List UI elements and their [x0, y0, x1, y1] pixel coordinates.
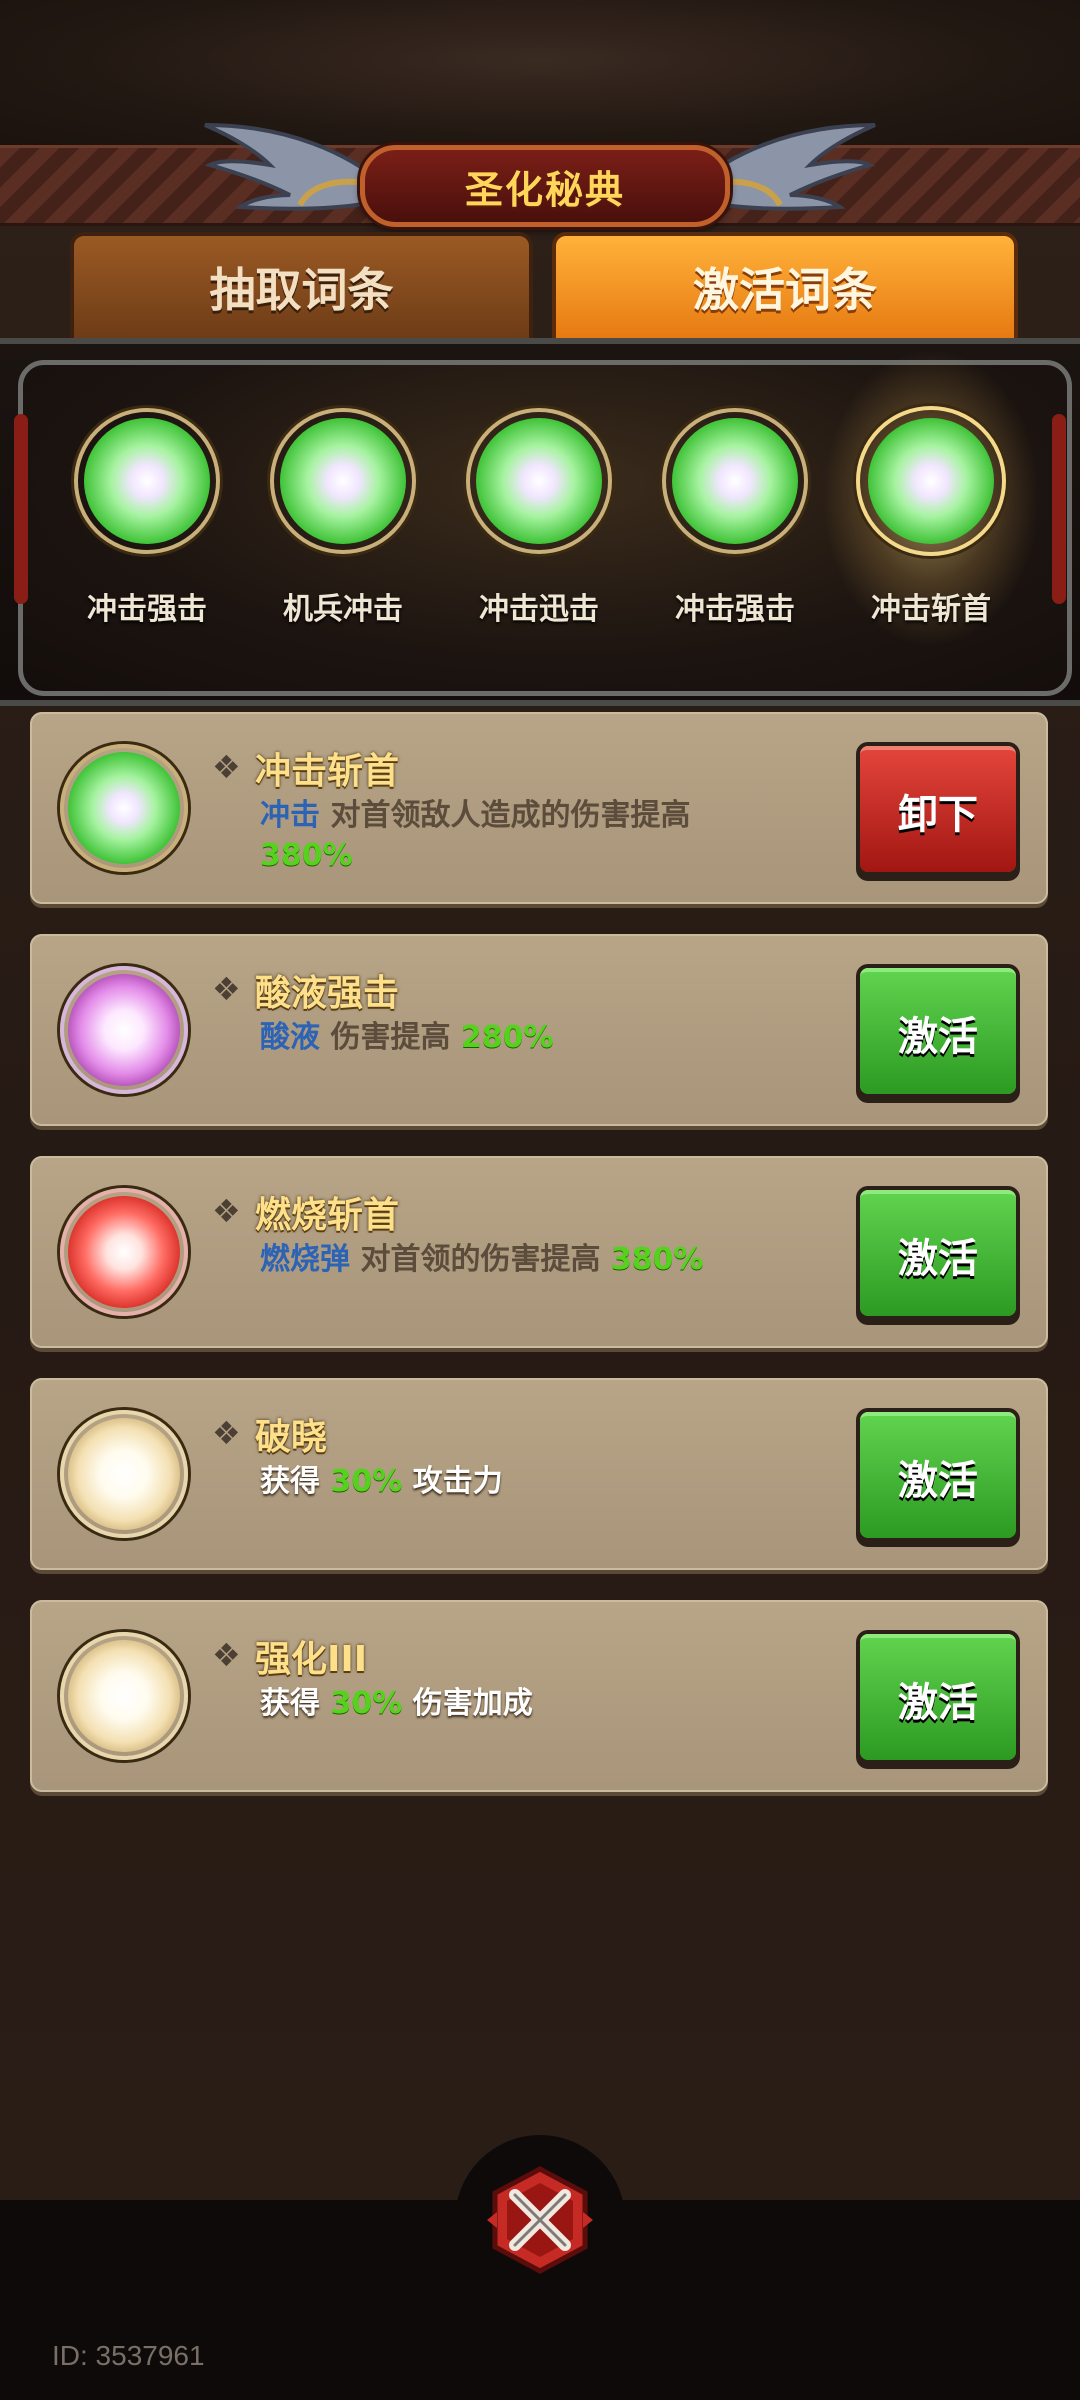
entry-value: 30%: [330, 1464, 403, 1499]
entry-title: 酸液强击: [255, 973, 400, 1014]
red-orb-icon: [60, 1188, 188, 1316]
entry-card: ❖ 冲击斩首 冲击 对首领敌人造成的伤害提高 380% 卸下: [30, 712, 1048, 904]
tab-activate-entries[interactable]: 激活词条: [552, 232, 1018, 342]
unequip-button-label: 卸下: [898, 792, 978, 838]
activate-button[interactable]: 激活: [860, 968, 1016, 1094]
green-orb-icon: [466, 408, 612, 554]
green-orb-icon: [270, 408, 416, 554]
entry-card: ❖ 酸液强击 酸液 伤害提高 280% 激活: [30, 934, 1048, 1126]
green-orb-icon: [856, 406, 1006, 556]
entry-desc-prefix: 获得: [260, 1686, 320, 1721]
entry-card: ❖ 破晓 获得 30% 攻击力 激活: [30, 1378, 1048, 1570]
activate-button-label: 激活: [898, 1236, 978, 1282]
entry-card: ❖ 燃烧斩首 燃烧弹 对首领的伤害提高 380% 激活: [30, 1156, 1048, 1348]
unequip-button[interactable]: 卸下: [860, 746, 1016, 872]
purple-orb-icon: [60, 966, 188, 1094]
gold-orb-icon: [60, 1632, 188, 1760]
close-button-backing: [455, 2135, 625, 2305]
user-id-label: ID: 3537961: [52, 2340, 205, 2371]
entry-value: 380%: [260, 838, 353, 873]
left-frame-bar: [14, 414, 28, 604]
entry-description: 冲击 对首领敌人造成的伤害提高 380%: [260, 796, 710, 876]
equipped-slot-name: 冲击迅击: [479, 592, 599, 627]
equipped-slot-3[interactable]: 冲击迅击: [454, 408, 624, 638]
entry-keyword: 酸液: [260, 1020, 320, 1055]
entry-card: ❖ 强化III 获得 30% 伤害加成 激活: [30, 1600, 1048, 1792]
green-orb-icon: [60, 744, 188, 872]
diamond-bullet-icon: ❖: [212, 970, 241, 1008]
entry-desc-text: 对首领的伤害提高: [360, 1242, 601, 1277]
entry-title: 冲击斩首: [255, 751, 400, 792]
right-frame-bar: [1052, 414, 1066, 604]
equipped-slot-name: 冲击强击: [87, 592, 207, 627]
page-title-plate: 圣化秘典: [360, 145, 730, 227]
equipped-slot-4[interactable]: 冲击强击: [650, 408, 820, 638]
entry-desc-text: 伤害提高: [330, 1020, 451, 1055]
entry-description: 获得 30% 攻击力: [260, 1462, 710, 1502]
activate-button[interactable]: 激活: [860, 1412, 1016, 1538]
entry-desc-text: 对首领敌人造成的伤害提高: [330, 798, 691, 833]
diamond-bullet-icon: ❖: [212, 1192, 241, 1230]
entry-description: 酸液 伤害提高 280%: [260, 1018, 710, 1058]
entry-desc-suffix: 攻击力: [412, 1464, 503, 1499]
green-orb-icon: [74, 408, 220, 554]
equipped-slot-name: 冲击斩首: [871, 592, 991, 627]
gold-orb-icon: [60, 1410, 188, 1538]
activate-button-label: 激活: [898, 1458, 978, 1504]
entry-keyword: 燃烧弹: [260, 1242, 350, 1277]
entry-value: 280%: [460, 1020, 554, 1055]
equipped-slot-name: 机兵冲击: [283, 592, 403, 627]
entry-desc-suffix: 伤害加成: [412, 1686, 533, 1721]
entry-description: 燃烧弹 对首领的伤害提高 380%: [260, 1240, 710, 1280]
activate-button[interactable]: 激活: [860, 1190, 1016, 1316]
activate-button[interactable]: 激活: [860, 1634, 1016, 1760]
equipped-slot-1[interactable]: 冲击强击: [62, 408, 232, 638]
diamond-bullet-icon: ❖: [212, 1636, 241, 1674]
tab-draw-entries-label: 抽取词条: [209, 263, 394, 317]
green-orb-icon: [662, 408, 808, 554]
tab-activate-entries-label: 激活词条: [693, 263, 877, 317]
entry-title: 强化III: [255, 1639, 368, 1680]
close-icon[interactable]: [485, 2165, 595, 2275]
entry-title: 燃烧斩首: [255, 1195, 400, 1236]
activate-button-label: 激活: [898, 1014, 978, 1060]
page-title: 圣化秘典: [464, 167, 625, 212]
activate-button-label: 激活: [898, 1680, 978, 1726]
entry-value: 380%: [610, 1242, 704, 1277]
equipped-slot-name: 冲击强击: [675, 592, 795, 627]
equipped-slot-5[interactable]: 冲击斩首: [822, 348, 1040, 648]
equipped-slot-2[interactable]: 机兵冲击: [258, 408, 428, 638]
entry-value: 30%: [330, 1686, 403, 1721]
entry-description: 获得 30% 伤害加成: [260, 1684, 710, 1724]
top-background: [0, 0, 1080, 150]
entry-keyword: 冲击: [260, 798, 320, 833]
diamond-bullet-icon: ❖: [212, 1414, 241, 1452]
entry-desc-prefix: 获得: [260, 1464, 320, 1499]
diamond-bullet-icon: ❖: [212, 748, 241, 786]
tab-draw-entries[interactable]: 抽取词条: [70, 232, 533, 342]
entry-title: 破晓: [255, 1417, 328, 1458]
